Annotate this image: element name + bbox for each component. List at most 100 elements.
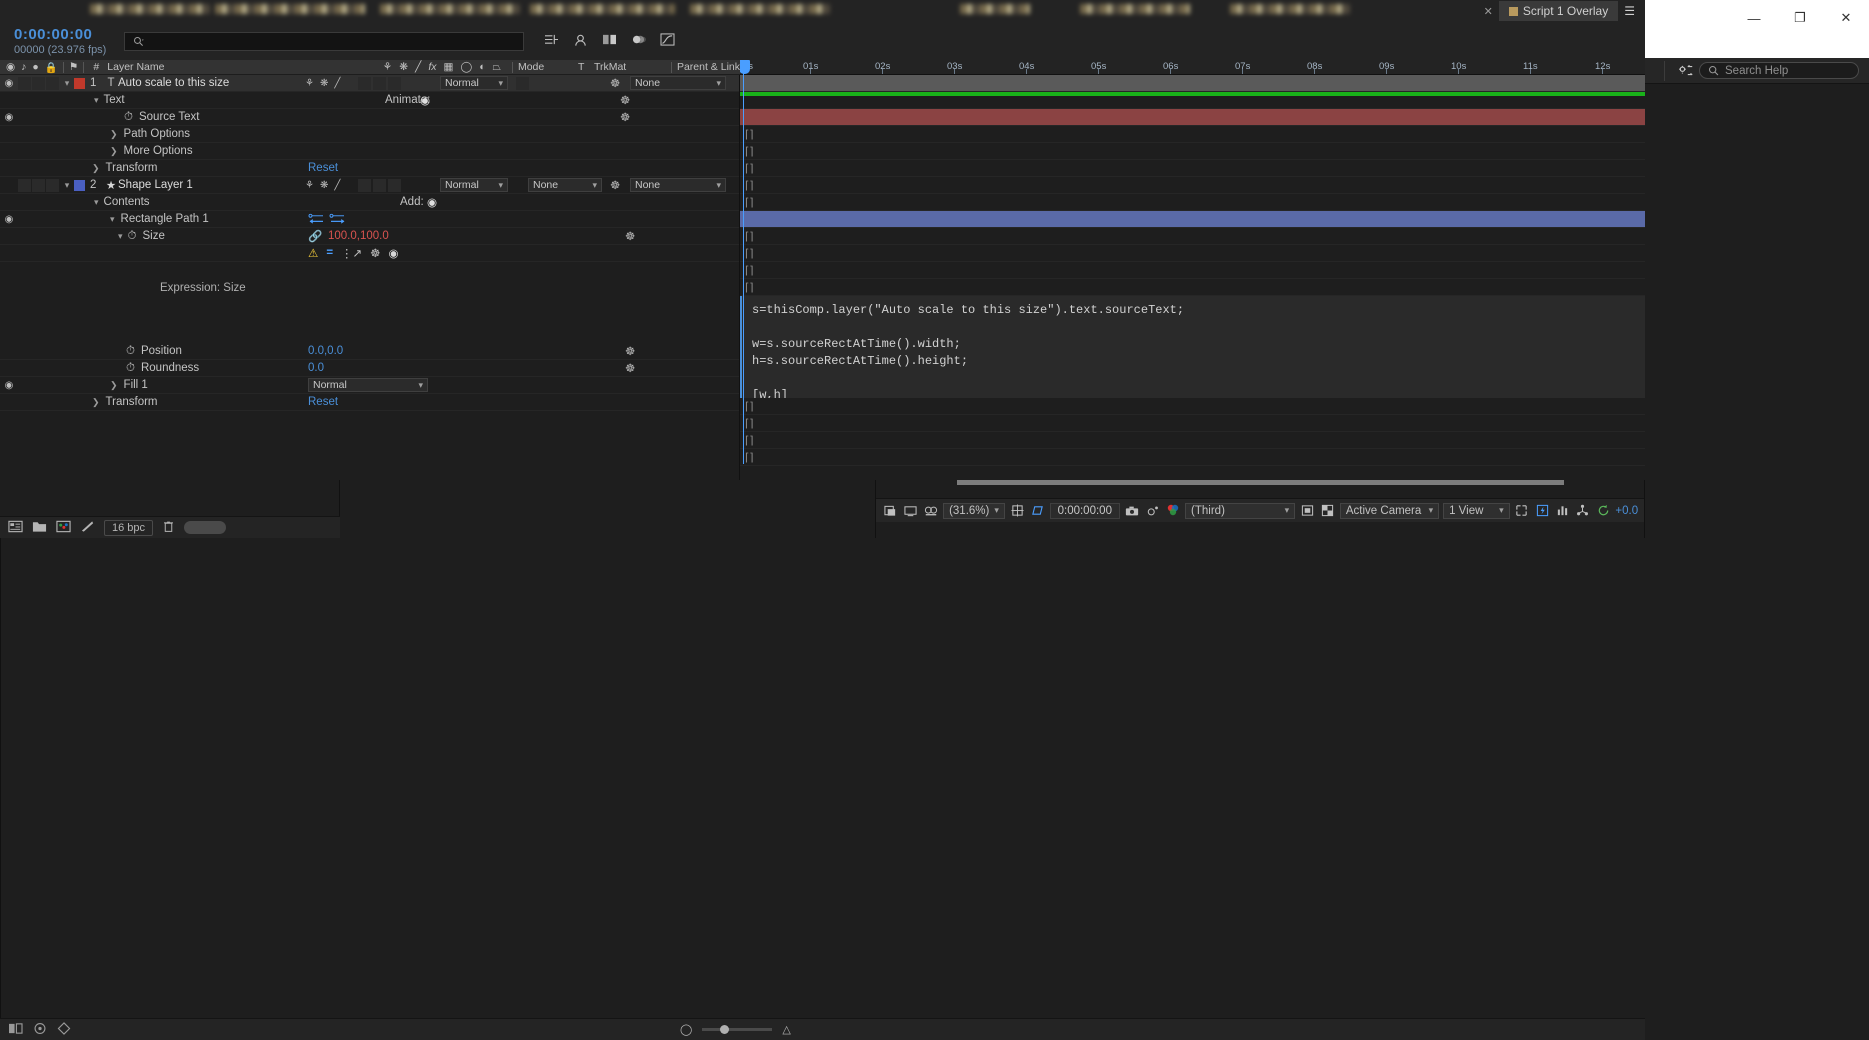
stopwatch-icon[interactable]: ⏱ [126, 345, 135, 358]
new-comp-from-footage-icon[interactable] [80, 520, 95, 536]
property-group-label[interactable]: Contents [104, 196, 150, 208]
work-area-bar[interactable] [740, 75, 1645, 92]
solo-toggle-cell[interactable] [32, 178, 45, 192]
new-folder-icon[interactable] [32, 520, 47, 536]
t-column-header[interactable]: T [578, 61, 594, 73]
layer-name-label[interactable]: Auto scale to this size [118, 77, 229, 89]
collapse-transform-icon[interactable]: ❋ [320, 180, 328, 191]
shape-layer-duration-bar[interactable] [740, 211, 1645, 227]
property-visibility-icon[interactable]: ◉ [0, 214, 18, 225]
toggle-viewer-icon[interactable] [902, 502, 918, 520]
table-row[interactable]: ▾ ⏱ Size 🔗 100.0,100.0 ☸ [0, 228, 739, 245]
property-visibility-icon[interactable]: ◉ [0, 380, 18, 391]
preserve-transparency-cell[interactable] [516, 76, 529, 90]
timeline-track-rows[interactable]: ⌈⌉ ⌈⌉ ⌈⌉ ⌈⌉ ⌈⌉ ⌈⌉ ⌈⌉ ⌈⌉ ⌈⌉ s=thisComp.la… [740, 75, 1645, 466]
hide-shy-layers-icon[interactable] [573, 33, 588, 50]
property-group-label[interactable]: Transform [106, 162, 158, 174]
table-row[interactable]: ❯ Transform Reset [0, 160, 739, 177]
track-row[interactable]: ⌈⌉ [740, 177, 1645, 194]
workspace-settings-icon[interactable] [1673, 59, 1699, 83]
expression-pickwhip-icon[interactable]: ☸ [370, 246, 380, 260]
table-row[interactable]: ❯ Path Options [0, 126, 739, 143]
adjustment-layer-header-icon[interactable]: ◐ [479, 61, 485, 73]
table-row[interactable]: ◉ ▾ Rectangle Path 1 [0, 211, 739, 228]
parent-pickwhip-icon[interactable]: ☸ [610, 178, 620, 192]
layer-number-header[interactable]: # [89, 61, 103, 73]
track-row[interactable]: ⌈⌉ [740, 279, 1645, 296]
exposure-value[interactable]: +0.0 [1615, 505, 1638, 517]
layer-name-column-header[interactable]: Layer Name [107, 61, 164, 73]
frame-blend-header-icon[interactable]: ▦ [444, 61, 454, 73]
new-comp-icon[interactable] [8, 520, 23, 536]
choose-grid-guides-icon[interactable] [1009, 502, 1025, 520]
property-label[interactable]: Source Text [139, 111, 200, 123]
label-column-header-icon[interactable]: ⚑ [69, 61, 78, 73]
shy-switch-icon[interactable]: ⚘ [305, 78, 314, 89]
property-label[interactable]: Roundness [141, 362, 199, 374]
timeline-zoom-slider[interactable] [702, 1024, 773, 1034]
bit-depth-label[interactable]: 16 bpc [104, 519, 154, 536]
lock-switch-header-icon[interactable]: 🔒 [45, 61, 58, 74]
project-settings-icon[interactable] [56, 520, 71, 536]
roundness-value[interactable]: 0.0 [308, 362, 324, 374]
track-row-green[interactable] [740, 92, 1645, 109]
motion-graphics-template-icon[interactable] [57, 1021, 71, 1038]
zoom-in-icon[interactable]: △ [782, 1023, 790, 1036]
resolution-dropdown[interactable]: (Third) ▾ [1185, 502, 1296, 519]
playhead-handle[interactable] [740, 60, 750, 74]
frame-blend-cell[interactable] [358, 76, 371, 90]
track-row-text-layer[interactable] [740, 109, 1645, 126]
lock-toggle-cell[interactable] [46, 76, 59, 90]
take-snapshot-icon[interactable] [1124, 502, 1140, 520]
stopwatch-icon[interactable]: ⏱ [126, 362, 135, 375]
track-row[interactable]: ⌈⌉ [740, 432, 1645, 449]
property-group-label[interactable]: Text [104, 94, 125, 106]
table-row[interactable]: ❯ Transform Reset [0, 394, 739, 411]
parent-pickwhip-icon[interactable]: ☸ [620, 110, 630, 124]
reset-link[interactable]: Reset [308, 162, 338, 174]
property-group-label[interactable]: Transform [106, 396, 158, 408]
keyframe-navigator-icon[interactable]: ⌈⌉ [745, 247, 754, 260]
timeline-layer-tree[interactable]: ◉ ▾ 1 T Auto scale to this size ⚘ ❋ ╱ No… [0, 75, 740, 480]
timeline-tab-blurred[interactable] [380, 4, 520, 14]
layer-name-label[interactable]: Shape Layer 1 [118, 179, 193, 191]
track-row[interactable]: ⌈⌉ [740, 449, 1645, 466]
toggle-switches-modes-icon[interactable] [8, 1022, 23, 1038]
property-visibility-icon[interactable]: ◉ [0, 112, 18, 123]
timeline-graph-icon[interactable] [1554, 502, 1570, 520]
show-expression-graph-icon[interactable]: ⋮↗ [341, 246, 362, 260]
expression-pickwhip-icon[interactable]: ☸ [625, 361, 635, 375]
fill-blend-mode-dropdown[interactable]: Normal ▾ [308, 378, 428, 392]
property-group-label[interactable]: Rectangle Path 1 [121, 213, 209, 225]
track-row[interactable]: ⌈⌉ [740, 228, 1645, 245]
3d-layer-cell[interactable] [388, 178, 401, 192]
comp-renderer-icon[interactable] [33, 1022, 47, 1038]
graph-editor-icon[interactable] [660, 33, 675, 49]
layer-color-swatch[interactable] [74, 179, 85, 191]
audio-switch-header-icon[interactable]: ♪ [21, 61, 26, 73]
constrain-proportions-icon[interactable]: 🔗 [308, 229, 322, 243]
camera-dropdown[interactable]: Active Camera ▾ [1339, 502, 1440, 519]
size-value[interactable]: 100.0,100.0 [328, 230, 389, 242]
video-switch-header-icon[interactable]: ◉ [6, 61, 15, 73]
toggle-alpha-icon[interactable] [882, 502, 898, 520]
property-label[interactable]: Size [143, 230, 165, 242]
disclosure-triangle-icon[interactable]: ❯ [110, 129, 118, 140]
zoom-slider-knob[interactable] [720, 1024, 730, 1034]
property-group-label[interactable]: Path Options [124, 128, 190, 140]
parent-dropdown[interactable]: None ▾ [630, 76, 726, 90]
table-row[interactable]: ◉ ❯ Fill 1 Normal ▾ [0, 377, 739, 394]
time-ruler[interactable]: 0s 01s 02s 03s 04s 05s 06s 07s 08s 09s 1… [740, 60, 1645, 75]
track-row[interactable]: ⌈⌉ [740, 262, 1645, 279]
current-time-field[interactable]: 0:00:00:00 [1049, 502, 1120, 519]
disclosure-triangle-icon[interactable]: ❯ [92, 397, 100, 408]
keyframe-navigator-icon[interactable]: ⌈⌉ [745, 434, 754, 447]
enable-expression-icon[interactable]: = [326, 247, 333, 259]
motion-blur-header-icon[interactable]: ◯ [460, 61, 472, 73]
disclosure-triangle-icon[interactable]: ❯ [110, 146, 118, 157]
property-group-label[interactable]: Fill 1 [124, 379, 148, 391]
zoom-out-icon[interactable]: ◯ [680, 1023, 692, 1036]
parent-pickwhip-icon[interactable]: ☸ [610, 76, 620, 90]
shy-switch-icon[interactable]: ⚘ [305, 180, 314, 191]
timeline-tab-blurred[interactable] [530, 4, 675, 14]
